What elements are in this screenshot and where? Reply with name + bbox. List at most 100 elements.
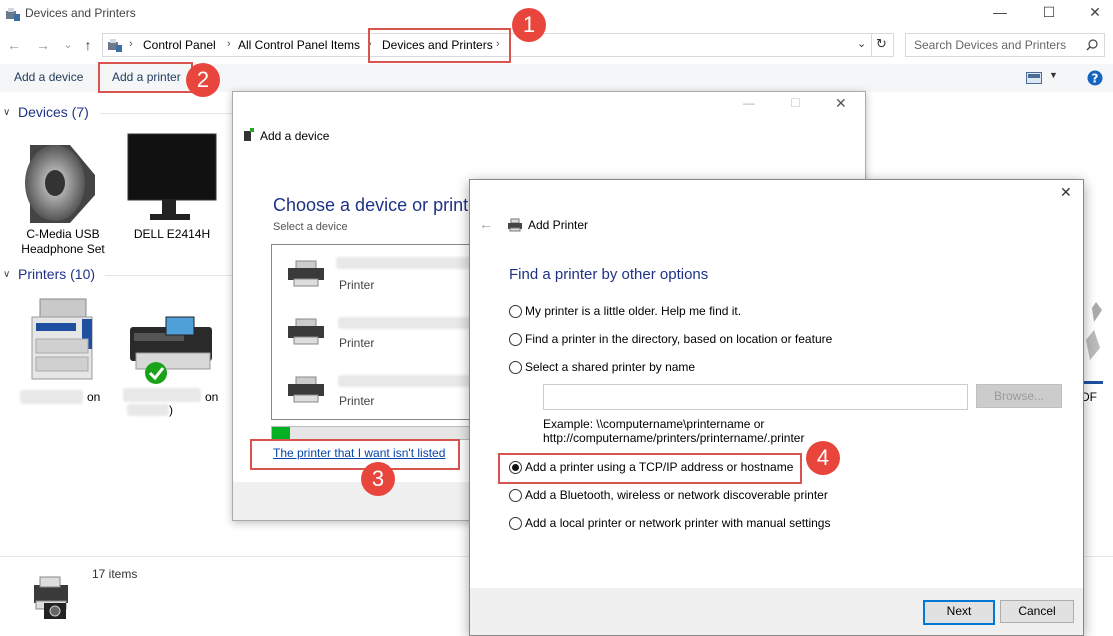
collapse-icon[interactable]: ∨ — [3, 107, 10, 118]
search-progress-bar — [271, 426, 483, 440]
add-device-button[interactable]: Add a device — [14, 70, 83, 84]
redacted-label — [336, 257, 476, 269]
item-count: 17 items — [92, 567, 138, 581]
example-text: http://computername/printers/printername… — [543, 431, 805, 445]
radio-bluetooth-wireless[interactable] — [509, 489, 522, 502]
printer-icon — [288, 318, 324, 345]
redacted-label — [127, 404, 169, 416]
radio-shared-printer[interactable] — [509, 361, 522, 374]
close-button[interactable]: ✕ — [1080, 4, 1110, 22]
progress-fill — [272, 427, 290, 439]
minimize-button[interactable]: — — [743, 96, 755, 110]
printer-icon — [288, 260, 324, 287]
svg-text:?: ? — [1092, 72, 1099, 86]
refresh-button[interactable]: ↻ — [876, 36, 887, 52]
device-label: C-Media USB Headphone Set — [21, 227, 105, 256]
device-list[interactable]: Printer Printer Printer — [271, 244, 483, 420]
callout-badge: 1 — [512, 8, 546, 42]
printer-label-suffix: on — [87, 390, 101, 404]
list-item[interactable]: Printer — [282, 309, 482, 363]
chevron-right-icon: › — [227, 38, 231, 50]
back-button[interactable]: ← — [6, 37, 22, 53]
radio-tcpip[interactable] — [509, 461, 522, 474]
view-options-icon[interactable] — [1026, 72, 1042, 84]
forward-button[interactable]: → — [35, 37, 51, 53]
divider — [871, 34, 872, 56]
printers-heading[interactable]: Printers (10) — [18, 266, 95, 282]
option-label[interactable]: Add a local printer or network printer w… — [525, 516, 830, 530]
radio-older-printer[interactable] — [509, 305, 522, 318]
search-input[interactable]: Search Devices and Printers — [914, 38, 1066, 52]
radio-local-printer[interactable] — [509, 517, 522, 530]
printer-icon[interactable] — [1082, 300, 1113, 370]
list-item[interactable]: Printer — [282, 251, 482, 305]
up-button[interactable]: ↑ — [80, 37, 96, 53]
option-label[interactable]: Select a shared printer by name — [525, 360, 695, 374]
redacted-label — [338, 375, 478, 387]
device-camera-icon — [34, 576, 68, 619]
back-button[interactable]: ← — [479, 216, 493, 232]
add-printer-button[interactable]: Add a printer — [112, 70, 181, 84]
printer-label-suffix: on — [205, 390, 219, 404]
option-label[interactable]: Add a Bluetooth, wireless or network dis… — [525, 488, 828, 502]
monitor-icon[interactable] — [126, 132, 218, 224]
dialog-title: Add Printer — [528, 218, 589, 232]
minimize-button[interactable]: — — [985, 4, 1015, 22]
maximize-button: ☐ — [790, 96, 801, 110]
close-button[interactable]: ✕ — [835, 95, 847, 112]
chevron-right-icon: › — [129, 38, 133, 50]
search-box[interactable]: Search Devices and Printers — [905, 33, 1105, 57]
redacted-label — [338, 317, 478, 329]
cancel-button[interactable]: Cancel — [1000, 600, 1074, 623]
dialog-subheading: Select a device — [273, 221, 348, 233]
divider — [105, 275, 232, 276]
speaker-icon[interactable] — [20, 135, 100, 225]
list-item[interactable]: Printer — [282, 367, 482, 421]
option-label[interactable]: My printer is a little older. Help me fi… — [525, 304, 741, 318]
highlight-box — [368, 28, 511, 63]
option-label[interactable]: Add a printer using a TCP/IP address or … — [525, 460, 793, 474]
breadcrumb-control-panel[interactable]: Control Panel — [143, 38, 216, 52]
devices-heading[interactable]: Devices (7) — [18, 104, 89, 120]
callout-badge: 4 — [806, 441, 840, 475]
browse-button[interactable]: Browse... — [976, 384, 1062, 408]
next-button[interactable]: Next — [923, 600, 995, 625]
dialog-title: Add a device — [260, 129, 330, 143]
device-type: Printer — [339, 278, 375, 292]
option-label[interactable]: Find a printer in the directory, based o… — [525, 332, 832, 346]
chevron-down-icon[interactable]: ⌄ — [857, 37, 866, 50]
device-type: Printer — [339, 394, 375, 408]
redacted-label — [123, 388, 201, 402]
printer-icon[interactable] — [126, 313, 216, 385]
chevron-down-icon[interactable]: ▼ — [1049, 70, 1058, 80]
devices-printers-icon — [108, 39, 122, 52]
title-bar: Devices and Printers — ☐ ✕ — [0, 0, 1113, 28]
device-type: Printer — [339, 336, 375, 350]
search-icon — [1086, 39, 1098, 51]
shared-printer-input[interactable] — [543, 384, 968, 410]
example-text: Example: \\computername\printername or — [543, 417, 765, 431]
callout-badge: 3 — [361, 462, 395, 496]
add-device-icon — [244, 128, 254, 141]
redacted-label — [20, 390, 83, 404]
collapse-icon[interactable]: ∨ — [3, 269, 10, 280]
help-icon[interactable]: ? — [1087, 70, 1103, 86]
printer-not-listed-link[interactable]: The printer that I want isn't listed — [273, 446, 445, 460]
dialog-heading: Choose a device or printe — [273, 195, 479, 215]
close-button[interactable]: ✕ — [1060, 184, 1072, 201]
device-label: DELL E2414H — [133, 227, 211, 241]
printer-label-tail: ) — [169, 403, 173, 417]
recent-locations-button[interactable]: ⌄ — [60, 37, 76, 53]
blue-mark-icon: ▬▬ — [1083, 376, 1103, 387]
multifunction-printer-icon[interactable] — [22, 295, 102, 383]
radio-directory-search[interactable] — [509, 333, 522, 346]
printer-icon — [508, 218, 522, 232]
printer-icon — [288, 376, 324, 403]
add-printer-dialog: ✕ ← Add Printer Find a printer by other … — [469, 179, 1084, 636]
dialog-footer: Next Cancel — [470, 588, 1083, 635]
maximize-button[interactable]: ☐ — [1034, 4, 1064, 22]
breadcrumb-all-items[interactable]: All Control Panel Items — [238, 38, 360, 52]
devices-printers-icon — [6, 8, 20, 21]
callout-badge: 2 — [186, 63, 220, 97]
divider — [100, 113, 232, 114]
